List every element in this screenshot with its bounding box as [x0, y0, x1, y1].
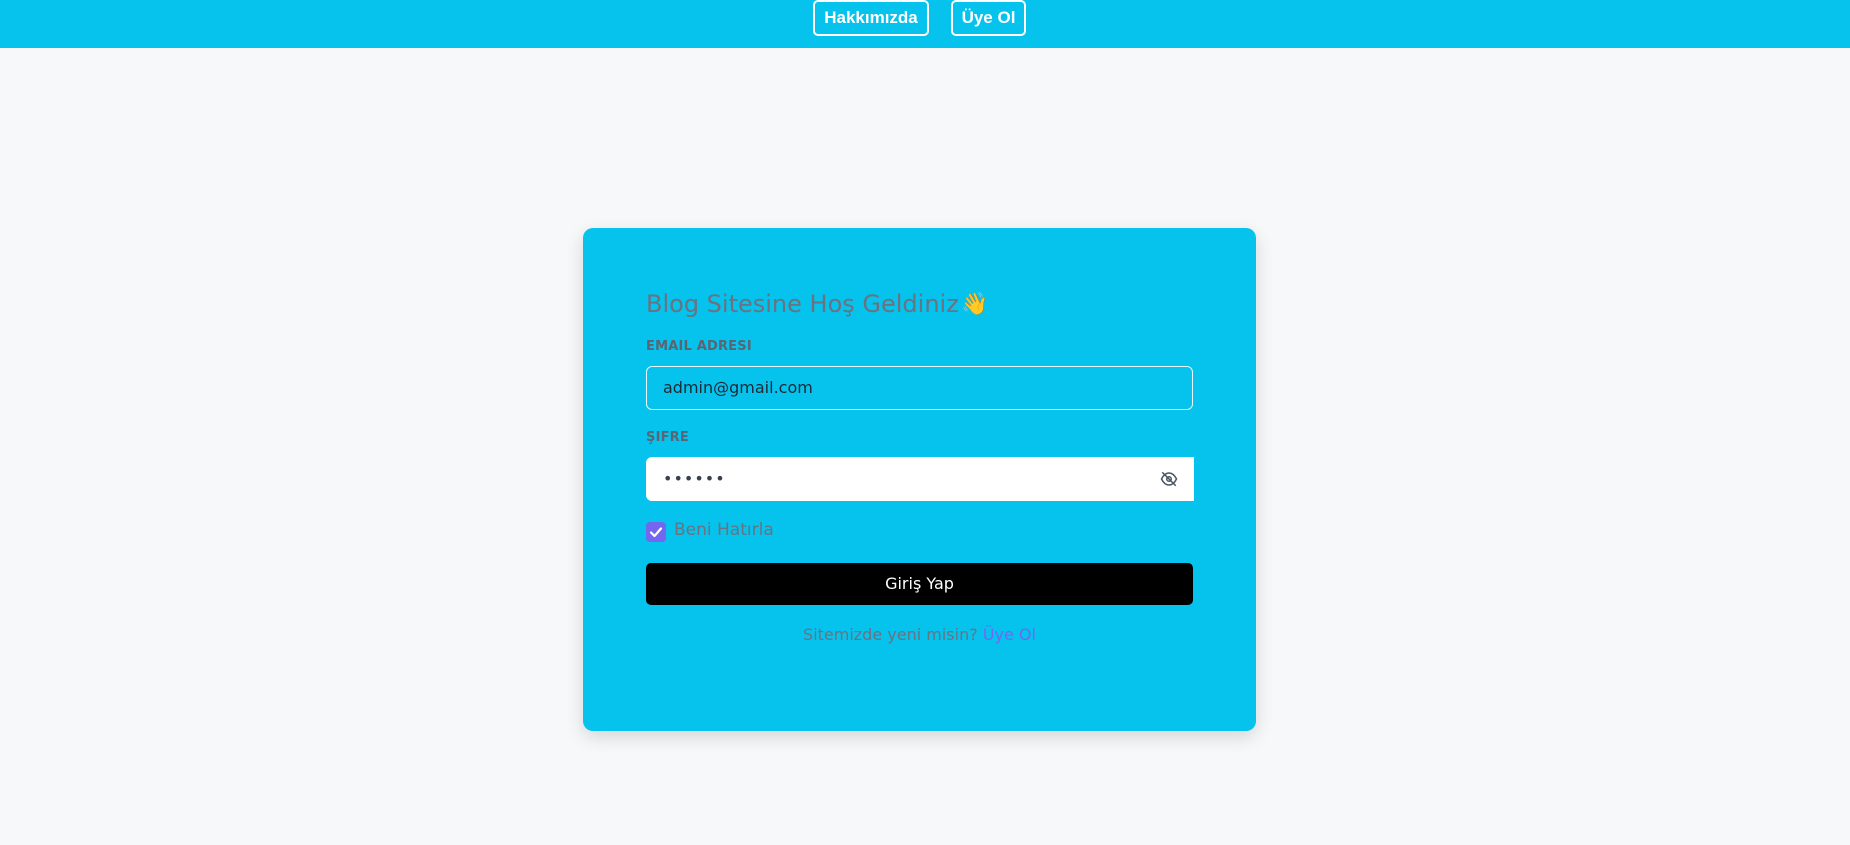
eye-off-icon[interactable]: [1160, 470, 1178, 488]
waving-hand-icon: 👋: [961, 292, 989, 317]
email-field[interactable]: admin@gmail.com: [646, 366, 1193, 410]
remember-me-label: Beni Hatırla: [674, 520, 774, 540]
remember-me-checkbox[interactable]: [646, 522, 666, 542]
password-label: ŞIFRE: [646, 430, 689, 445]
about-nav-button[interactable]: Hakkımızda: [813, 0, 929, 36]
login-title: Blog Sitesine Hoş Geldiniz: [646, 290, 959, 318]
login-submit-button[interactable]: Giriş Yap: [646, 563, 1193, 605]
signup-link[interactable]: Üye Ol: [983, 625, 1036, 644]
password-field[interactable]: ••••••: [646, 457, 1194, 501]
login-card: Blog Sitesine Hoş Geldiniz 👋 EMAIL ADRES…: [583, 228, 1256, 731]
signup-prompt: Sitemizde yeni misin? Üye Ol: [583, 625, 1256, 644]
check-icon: [649, 527, 663, 538]
top-navbar: Hakkımızda Üye Ol: [0, 0, 1850, 48]
email-label: EMAIL ADRESI: [646, 339, 752, 354]
signup-prompt-text: Sitemizde yeni misin?: [803, 625, 978, 644]
signup-nav-button[interactable]: Üye Ol: [951, 0, 1026, 36]
